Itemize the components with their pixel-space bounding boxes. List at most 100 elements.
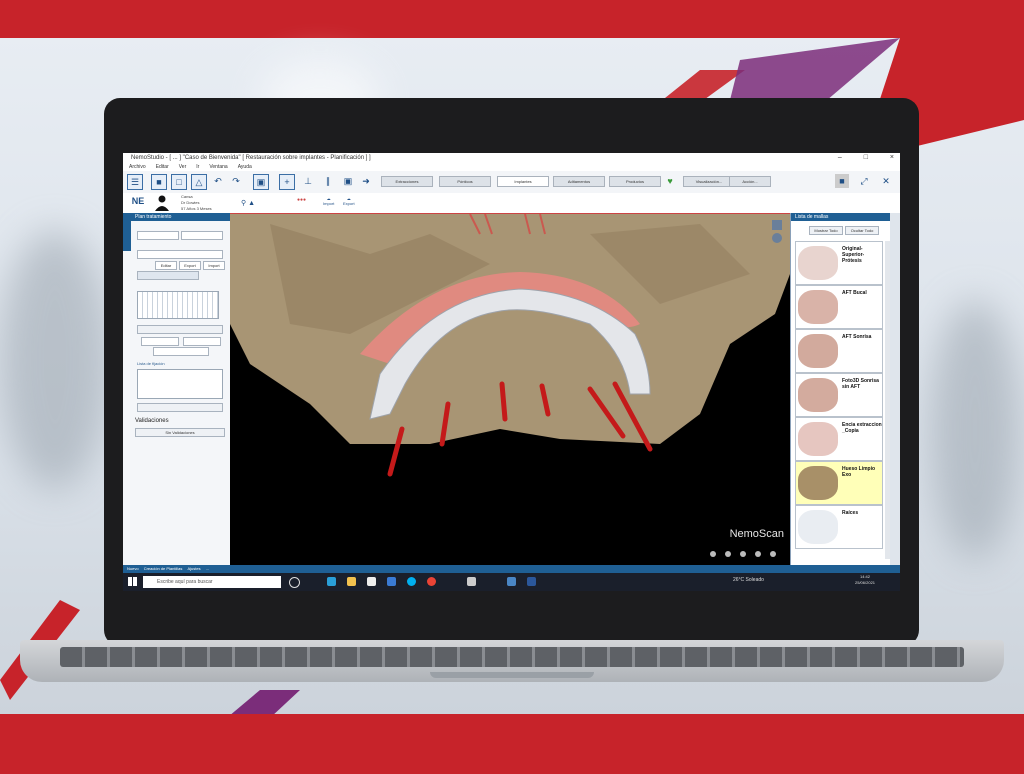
mesh-label: Original-Superior-Prótesis [842, 246, 865, 264]
tab-aditamentos[interactable]: Aditamentos [553, 176, 605, 187]
taskbar-clock[interactable]: 14:42 25/06/2021 [855, 574, 875, 586]
mesh-label: AFT Bucal [842, 290, 867, 296]
workflow-tab[interactable]: ... [206, 566, 209, 571]
menu-editar[interactable]: Editar [156, 164, 169, 170]
mesh-list-item[interactable]: Encia extraccion _Copia [795, 417, 883, 461]
edge-icon[interactable] [327, 577, 336, 586]
measure-icon[interactable]: ∥ [321, 174, 335, 188]
windows-taskbar: Escribe aquí para buscar 26°C Soleado 14… [123, 573, 900, 591]
tools-icon[interactable]: ☰ [127, 174, 143, 190]
mesh-list-title: Lista de mallas [795, 214, 829, 220]
undo-icon[interactable]: ↶ [211, 174, 225, 188]
3d-viewport[interactable]: NemoScan [230, 213, 790, 566]
select-button[interactable] [141, 337, 179, 346]
export-label: Export [343, 201, 355, 206]
mesh-list-item[interactable]: Raíces [795, 505, 883, 549]
crosshair-icon[interactable]: + [279, 174, 295, 190]
tab-productos[interactable]: Productos [609, 176, 661, 187]
zoom-tools[interactable]: ⚲ ▲ [241, 199, 255, 207]
close-button[interactable]: × [890, 154, 894, 161]
window-titlebar: NemoStudio - [ ... ] "Caso de Bienvenida… [123, 153, 900, 163]
plan-subtabs[interactable] [137, 271, 199, 280]
laptop-keyboard [60, 647, 964, 667]
weather-readout[interactable]: 26°C Soleado [733, 577, 764, 583]
mail-icon[interactable] [387, 577, 396, 586]
tab-accion[interactable]: Acción... [729, 176, 771, 187]
import-button[interactable]: ☁ Import [323, 196, 334, 206]
folder-icon[interactable] [347, 577, 356, 586]
menu-ir[interactable]: Ir [196, 164, 199, 170]
fixation-list-table[interactable] [137, 369, 223, 399]
taskbar-search-placeholder: Escribe aquí para buscar [157, 579, 213, 585]
model-button[interactable] [183, 337, 221, 346]
menu-archivo[interactable]: Archivo [129, 164, 146, 170]
taskbar-date: 25/06/2021 [855, 580, 876, 585]
windows-start-icon[interactable] [128, 577, 137, 586]
mesh-list-item[interactable]: Original-Superior-Prótesis [795, 241, 883, 285]
save-icon[interactable]: ■ [151, 174, 167, 190]
fullscreen-icon[interactable]: ⤢ [857, 174, 871, 188]
edit-button[interactable]: Editar [155, 261, 177, 270]
mesh-list-item[interactable]: Foto3D Sonrisa sin AFT [795, 373, 883, 417]
nemoscan-brand: NemoScan [729, 528, 784, 540]
maximize-button[interactable]: □ [864, 154, 868, 161]
right-side-tabs[interactable] [890, 213, 900, 565]
treatment-options-select[interactable] [137, 250, 223, 259]
tab-visualizacion[interactable]: Visualización... [683, 176, 735, 187]
show-all-button[interactable]: Mostrar Todo [809, 226, 843, 235]
workflow-tab[interactable]: Nuevo [127, 566, 139, 571]
3d-view-icon[interactable]: △ [191, 174, 207, 190]
tab-ponticos[interactable]: Pónticos [439, 176, 491, 187]
vertical-tab-strip[interactable] [123, 221, 131, 251]
device-icon[interactable]: ■ [835, 174, 849, 188]
mesh-list-header: Lista de mallas [791, 213, 891, 221]
taskbar-search-input[interactable]: Escribe aquí para buscar [143, 576, 281, 588]
image-icon[interactable]: ▣ [341, 174, 355, 188]
mesh-label: Foto3D Sonrisa sin AFT [842, 378, 879, 390]
workflow-tab[interactable]: Creación de Plantillas [144, 566, 183, 571]
basket-icon[interactable]: ♥ [663, 174, 677, 188]
redo-icon[interactable]: ↷ [229, 174, 243, 188]
mesh-list-item[interactable]: AFT Sonrisa [795, 329, 883, 373]
tooth-chart[interactable] [137, 291, 219, 319]
treatment-plan-title: Plan tratamiento [135, 214, 172, 220]
menu-ver[interactable]: Ver [179, 164, 187, 170]
properties-row [137, 325, 223, 334]
mesh-thumbnail [798, 510, 838, 544]
fit-view-icon[interactable]: □ [171, 174, 187, 190]
maxilla-select[interactable] [137, 231, 179, 240]
avatar [155, 195, 169, 211]
export-button[interactable]: ☁ Export [343, 196, 355, 206]
close-panel-icon[interactable]: ✕ [879, 174, 893, 188]
laptop-screen: NemoStudio - [ ... ] "Caso de Bienvenida… [123, 153, 900, 591]
validations-label: Validaciones [135, 418, 169, 424]
color-dots[interactable]: ●●● [297, 197, 306, 203]
export-icon[interactable]: ➜ [359, 174, 373, 188]
settings-icon[interactable] [467, 577, 476, 586]
mesh-list-item[interactable]: Hueso Limpio Exo [795, 461, 883, 505]
mesh-label: Raíces [842, 510, 859, 516]
tab-implantes[interactable]: Implantes [497, 176, 549, 187]
workflow-tab[interactable]: Ajustes [188, 566, 201, 571]
chrome-icon[interactable] [427, 577, 436, 586]
dental-3d-model[interactable] [230, 214, 790, 566]
word-icon[interactable] [527, 577, 536, 586]
mesh-list-item[interactable]: AFT Bucal [795, 285, 883, 329]
export-plan-button[interactable]: Export [179, 261, 201, 270]
store-icon[interactable] [367, 577, 376, 586]
tab-extracciones[interactable]: Extracciones [381, 176, 433, 187]
implant-tool-icon[interactable]: ⊥ [301, 174, 315, 188]
import-plan-button[interactable]: Import [203, 261, 225, 270]
window-title: NemoStudio - [ ... ] "Caso de Bienvenida… [131, 155, 371, 161]
menu-ayuda[interactable]: Ayuda [238, 164, 252, 170]
hide-all-button[interactable]: Ocultar Todo [845, 226, 879, 235]
menu-ventana[interactable]: Ventana [209, 164, 227, 170]
minimize-button[interactable]: – [838, 154, 842, 161]
cortana-icon[interactable] [289, 577, 300, 588]
skype-icon[interactable] [407, 577, 416, 586]
mesh-label: Hueso Limpio Exo [842, 466, 876, 478]
nemo-app-icon[interactable] [507, 577, 516, 586]
layout-icon[interactable]: ▣ [253, 174, 269, 190]
implant-button[interactable] [153, 347, 209, 356]
surgery-select[interactable] [181, 231, 223, 240]
